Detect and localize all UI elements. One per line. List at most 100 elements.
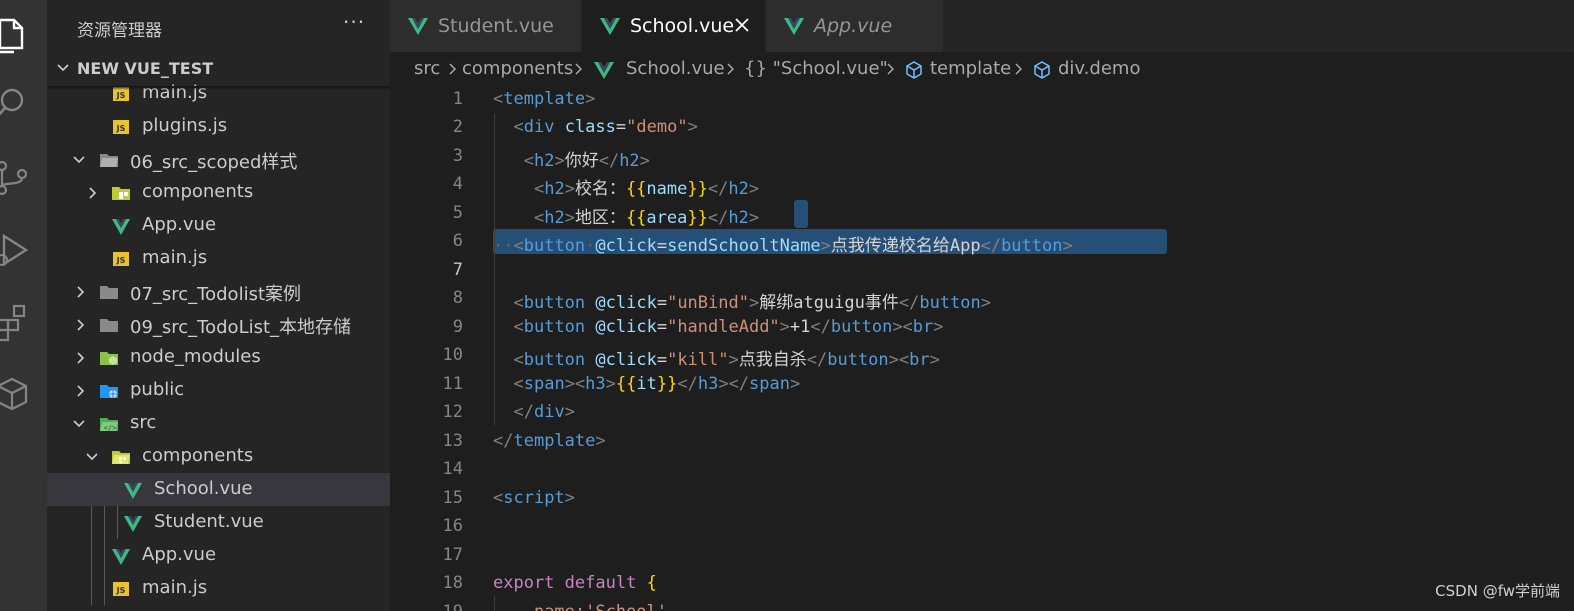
tab-student-vue[interactable]: Student.vue: [390, 0, 582, 52]
tree-item-label: src: [130, 412, 157, 433]
tree-item-main-js[interactable]: JS main.js: [47, 77, 390, 110]
explorer-icon[interactable]: [0, 14, 32, 54]
line-number: 8: [452, 288, 463, 308]
breadcrumb-components[interactable]: components: [462, 58, 573, 79]
line-number: 5: [452, 203, 463, 223]
breadcrumb-src[interactable]: src: [414, 58, 440, 79]
cube-icon: [1034, 61, 1050, 79]
vue-file-icon: [112, 219, 130, 235]
code-line: <button @click="kill">点我自杀</button><br>: [513, 350, 940, 370]
tree-item-label: plugins.js: [142, 115, 228, 136]
tree-item-app-vue[interactable]: App.vue: [47, 209, 390, 242]
tree-item-label: 09_src_TodoList_本地存储: [130, 317, 352, 338]
tree-item-label: Student.vue: [154, 511, 264, 532]
code-line: <div class="demo">: [513, 117, 698, 137]
tab-school-vue[interactable]: School.vue: [582, 0, 766, 52]
tree-item-main-js[interactable]: JS main.js: [47, 572, 390, 605]
tree-item-main-js[interactable]: JS main.js: [47, 242, 390, 275]
tree-item-label: main.js: [142, 577, 208, 598]
js-file-icon: JS: [113, 582, 129, 596]
line-number: 11: [442, 374, 463, 394]
chevron-right-icon: [727, 63, 735, 75]
tree-item-node-modules[interactable]: node_modules: [47, 341, 390, 374]
code-line: export default {: [493, 573, 657, 593]
close-icon[interactable]: [733, 16, 751, 34]
vue-file-icon: [124, 483, 142, 499]
tree-item-07-folder[interactable]: 07_src_Todolist案例: [47, 275, 390, 308]
code-line: </template>: [493, 431, 606, 451]
chevron-right-icon: [77, 352, 85, 364]
activity-bar: [0, 0, 47, 611]
vue-file-icon: [594, 62, 614, 79]
tree-item-label: components: [142, 181, 254, 202]
tree-item-06-folder[interactable]: 06_src_scoped样式: [47, 143, 390, 176]
package-icon[interactable]: [0, 374, 32, 414]
line-number: 4: [452, 174, 463, 194]
tree-item-label: node_modules: [130, 346, 261, 367]
tab-app-vue[interactable]: App.vue: [766, 0, 944, 52]
vue-file-icon: [784, 18, 804, 35]
svg-text:JS: JS: [116, 124, 126, 133]
breadcrumb-div-demo[interactable]: div.demo: [1058, 58, 1140, 79]
source-control-icon[interactable]: [0, 158, 32, 198]
more-actions-icon[interactable]: ···: [343, 10, 365, 34]
code-line: <button @click="handleAdd">+1</button><b…: [513, 317, 944, 337]
line-number: 16: [442, 516, 463, 536]
tree-item-src[interactable]: </> src: [47, 407, 390, 440]
breadcrumb-module[interactable]: {} "School.vue": [744, 58, 888, 79]
tree-item-components-folder[interactable]: components: [47, 176, 390, 209]
tree-item-label: components: [142, 445, 254, 466]
line-number: 13: [442, 431, 463, 451]
chevron-down-icon: [86, 453, 98, 461]
breadcrumb-template[interactable]: template: [930, 58, 1011, 79]
svg-text:</>: </>: [104, 424, 117, 432]
tree-item-plugins-js[interactable]: JS plugins.js: [47, 110, 390, 143]
chevron-down-icon: [73, 156, 85, 164]
explorer-header: 资源管理器 ···: [47, 0, 390, 54]
line-number: 12: [442, 402, 463, 422]
tree-item-student-vue[interactable]: Student.vue: [47, 506, 390, 539]
code-text: name:'School',: [534, 602, 677, 611]
tree-item-src-components[interactable]: components: [47, 440, 390, 473]
code-line: </div>: [513, 402, 575, 422]
text-selection: [794, 200, 808, 228]
tree-item-label: School.vue: [154, 478, 253, 499]
folder-open-icon: [100, 154, 118, 167]
tree-item-school-vue[interactable]: School.vue: [47, 473, 390, 506]
tab-label: School.vue: [630, 15, 735, 37]
components-folder-open-icon: [112, 451, 130, 464]
folder-icon: [100, 319, 118, 332]
search-icon[interactable]: [0, 84, 32, 124]
chevron-down-icon: [73, 420, 85, 428]
tree-item-label: public: [130, 379, 185, 400]
code-text: 点我传递校名给App: [830, 236, 981, 256]
tree-item-label: 07_src_Todolist案例: [130, 284, 302, 305]
chevron-right-icon: [77, 286, 85, 298]
folder-icon: [100, 286, 118, 299]
code-text: 校名：: [574, 179, 626, 199]
code-editor[interactable]: 1 2 3 4 5 6 7 8 9 10 11 12 13 14 15 16 1…: [390, 86, 1574, 611]
line-number: 10: [442, 345, 463, 365]
watermark: CSDN @fw学前端: [1435, 582, 1560, 600]
code-line: <h2>你好</h2>: [523, 151, 650, 171]
extensions-icon[interactable]: [0, 302, 32, 342]
code-line: name:'School',: [493, 602, 677, 611]
line-number: 18: [442, 573, 463, 593]
cube-icon: [906, 61, 922, 79]
vue-file-icon: [600, 18, 620, 35]
code-line: <h2>地区：{{area}}</h2>: [533, 208, 760, 228]
line-number: 7: [452, 260, 463, 280]
tree-item-label: main.js: [142, 247, 208, 268]
run-debug-icon[interactable]: [0, 230, 32, 270]
breadcrumb-file[interactable]: School.vue: [626, 58, 725, 79]
chevron-right-icon: [1015, 63, 1023, 75]
tree-item-public[interactable]: public: [47, 374, 390, 407]
tree-item-app-vue[interactable]: App.vue: [47, 539, 390, 572]
svg-text:JS: JS: [116, 256, 126, 265]
line-number: 1: [452, 89, 463, 109]
code-line: <h2>校名：{{name}}</h2>: [533, 179, 760, 199]
code-line: <button @click="unBind">解绑atguigu事件</but…: [513, 293, 992, 313]
vue-file-icon: [124, 516, 142, 532]
tree-item-09-folder[interactable]: 09_src_TodoList_本地存储: [47, 308, 390, 341]
line-number: 9: [452, 317, 463, 337]
